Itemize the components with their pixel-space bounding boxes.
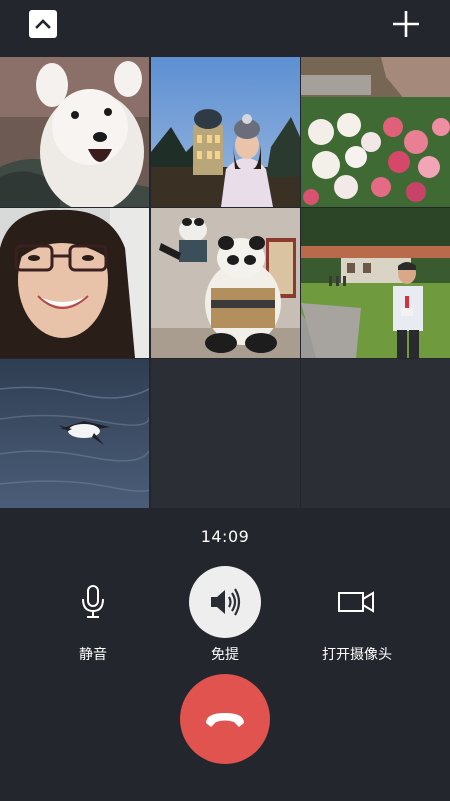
mute-button[interactable]: 静音 (33, 566, 153, 666)
microphone-icon (82, 585, 104, 618)
speaker-label: 免提 (211, 647, 239, 663)
panda-statue-image (151, 208, 300, 358)
flowers-image (301, 57, 450, 207)
participant-tile-white-dog[interactable] (0, 57, 149, 207)
participant-tile-panda-statue[interactable] (151, 208, 300, 358)
hangup-button[interactable] (180, 674, 270, 764)
plus-icon (393, 11, 419, 37)
participant-tile-flowers[interactable] (301, 57, 450, 207)
phone-hangup-icon (206, 713, 244, 727)
participant-tile-woman-night-castle[interactable] (151, 57, 300, 207)
speaker-icon (189, 566, 261, 638)
top-bar (0, 0, 450, 56)
participant-tile-man-park[interactable] (301, 208, 450, 358)
mute-label: 静音 (79, 647, 107, 663)
call-duration: 14:09 (200, 527, 250, 546)
woman-glasses-image (0, 208, 149, 358)
speaker-button[interactable]: 免提 (165, 566, 285, 666)
white-dog-image (0, 57, 149, 207)
participant-tile-woman-glasses[interactable] (0, 208, 149, 358)
video-camera-icon (338, 591, 374, 613)
empty-tile (301, 359, 450, 508)
add-participant-button[interactable] (390, 8, 422, 40)
woman-night-castle-image (151, 57, 300, 207)
seabird-image (0, 359, 149, 508)
camera-label: 打开摄像头 (322, 647, 392, 663)
collapse-button[interactable] (29, 10, 57, 38)
chevron-up-icon (35, 19, 51, 29)
participant-grid (0, 57, 450, 508)
camera-button[interactable]: 打开摄像头 (297, 566, 417, 666)
man-park-image (301, 208, 450, 358)
empty-tile (151, 359, 300, 508)
participant-tile-seabird[interactable] (0, 359, 149, 509)
